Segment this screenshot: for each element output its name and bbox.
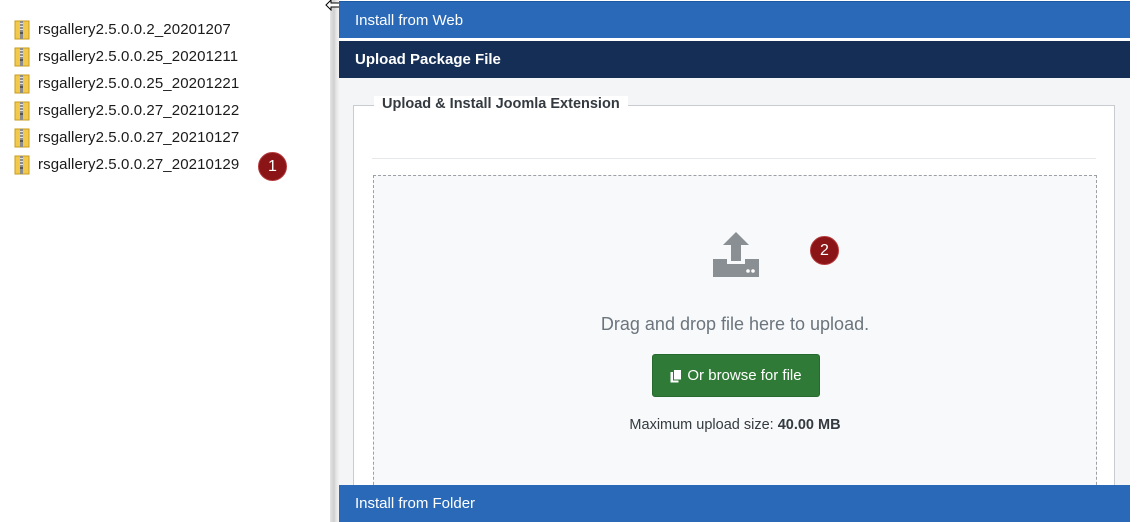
file-name: rsgallery2.5.0.0.25_20201211: [38, 48, 239, 65]
file-name: rsgallery2.5.0.0.25_20201221: [38, 75, 240, 92]
divider: [372, 158, 1096, 159]
upload-panel-content: Upload & Install Joomla Extension Drag a…: [339, 78, 1130, 515]
file-item[interactable]: rsgallery2.5.0.0.27_20210122: [14, 97, 239, 124]
step-badge-2: 2: [810, 236, 839, 265]
file-name: rsgallery2.5.0.0.27_20210129: [38, 156, 240, 173]
step-badge-1: 1: [258, 152, 287, 181]
zip-folder-icon: [14, 47, 30, 66]
fieldset-legend: Upload & Install Joomla Extension: [374, 96, 628, 112]
joomla-installer-panel: Install from Web Upload Package File Upl…: [339, 0, 1132, 522]
file-list: rsgallery2.5.0.0.2_20201207 rsgallery2.5…: [14, 16, 239, 178]
upload-icon: [713, 232, 759, 277]
zip-folder-icon: [14, 155, 30, 174]
copy-icon: [670, 368, 683, 382]
pane-splitter[interactable]: [330, 0, 339, 522]
drag-drop-zone[interactable]: Drag and drop file here to upload. Or br…: [373, 175, 1097, 515]
file-item[interactable]: rsgallery2.5.0.0.2_20201207: [14, 16, 239, 43]
file-item[interactable]: rsgallery2.5.0.0.25_20201211: [14, 43, 239, 70]
tab-install-from-web[interactable]: Install from Web: [339, 1, 1130, 38]
zip-folder-icon: [14, 101, 30, 120]
file-explorer-pane: rsgallery2.5.0.0.2_20201207 rsgallery2.5…: [0, 0, 330, 522]
file-item[interactable]: rsgallery2.5.0.0.27_20210127: [14, 124, 239, 151]
zip-folder-icon: [14, 74, 30, 93]
max-upload-value: 40.00 MB: [777, 417, 841, 433]
upload-fieldset: Upload & Install Joomla Extension Drag a…: [353, 96, 1115, 515]
file-item[interactable]: rsgallery2.5.0.0.27_20210129: [14, 151, 239, 178]
file-name: rsgallery2.5.0.0.27_20210122: [38, 102, 240, 119]
file-name: rsgallery2.5.0.0.2_20201207: [38, 21, 231, 38]
drag-drop-text: Drag and drop file here to upload.: [600, 314, 870, 334]
browse-button-label: Or browse for file: [687, 367, 802, 384]
file-item[interactable]: rsgallery2.5.0.0.25_20201221: [14, 70, 239, 97]
file-name: rsgallery2.5.0.0.27_20210127: [38, 129, 240, 146]
browse-file-button[interactable]: Or browse for file: [652, 354, 820, 397]
max-upload-label: Maximum upload size:: [629, 417, 774, 433]
tab-install-from-folder[interactable]: Install from Folder: [339, 485, 1130, 522]
tab-upload-package-file[interactable]: Upload Package File: [339, 41, 1130, 78]
zip-folder-icon: [14, 128, 30, 147]
max-upload-size: Maximum upload size: 40.00 MB: [374, 417, 1096, 433]
zip-folder-icon: [14, 20, 30, 39]
